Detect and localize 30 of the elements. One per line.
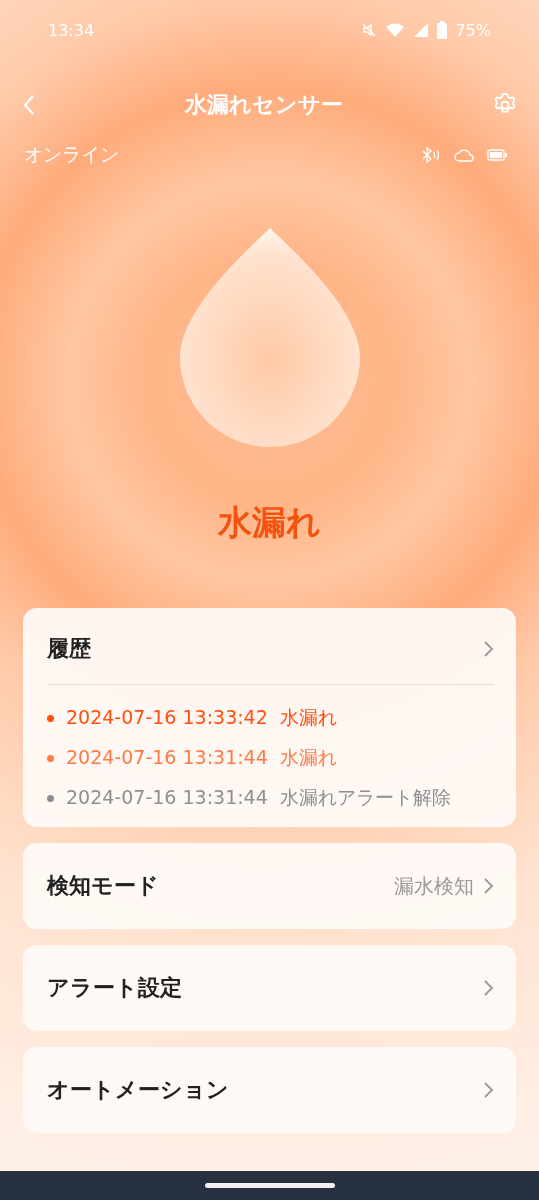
wifi-icon — [385, 22, 406, 38]
history-entry: 2024-07-16 13:31:44 水漏れアラート解除 — [66, 785, 451, 810]
mute-icon — [361, 22, 378, 38]
history-entry: 2024-07-16 13:31:44 水漏れ — [66, 745, 337, 770]
chevron-icon — [482, 876, 494, 896]
bluetooth-icon — [421, 147, 441, 163]
history-entry: 2024-07-16 13:33:42 水漏れ — [66, 705, 337, 730]
chevron-icon — [482, 978, 494, 998]
battery-percent: 75% — [455, 20, 491, 40]
row-label: オートメーション — [47, 1076, 230, 1104]
row-label: 検知モード — [47, 872, 160, 900]
water-drop-icon — [178, 226, 361, 448]
signal-icon — [413, 22, 430, 38]
chevron-icon — [482, 1080, 494, 1100]
online-status: オンライン — [24, 142, 119, 167]
chevron-icon — [482, 639, 494, 659]
battery-icon — [487, 149, 507, 161]
settings-row[interactable]: 検知モード 漏水検知 — [23, 843, 516, 929]
history-header[interactable]: 履歴 — [23, 608, 516, 684]
settings-row[interactable]: アラート設定 — [23, 945, 516, 1031]
battery-icon — [437, 21, 448, 39]
sensor-state: 水漏れ — [218, 501, 321, 544]
home-indicator[interactable] — [204, 1183, 335, 1188]
back-button[interactable] — [22, 93, 36, 117]
cloud-icon — [453, 147, 475, 163]
status-time: 13:34 — [48, 20, 95, 40]
settings-row[interactable]: オートメーション — [23, 1047, 516, 1133]
row-label: アラート設定 — [47, 974, 183, 1002]
screen-title: 水漏れセンサー — [184, 91, 343, 119]
row-value: 漏水検知 — [394, 872, 474, 900]
